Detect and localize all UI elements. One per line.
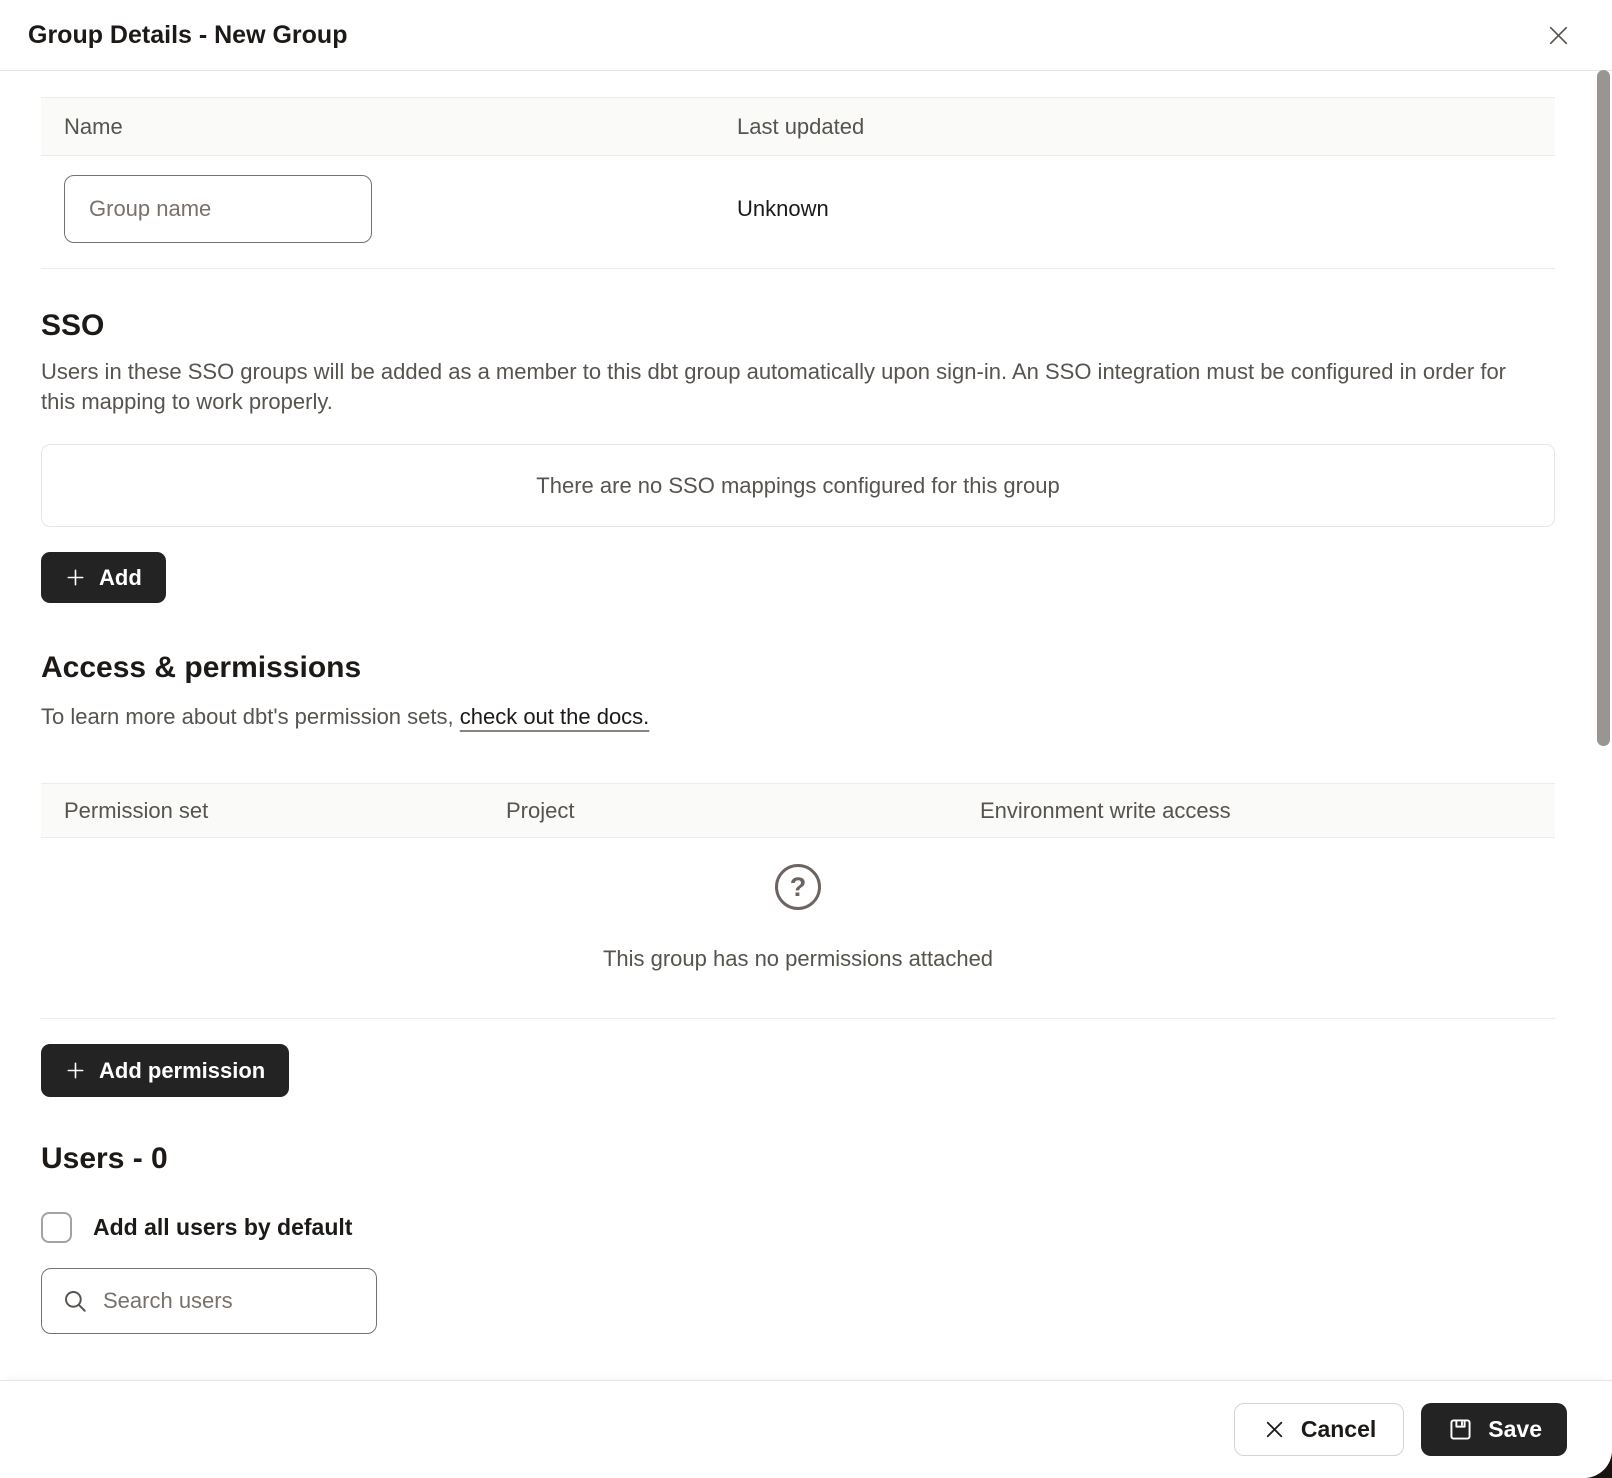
search-users-input[interactable] bbox=[103, 1288, 391, 1314]
column-header-project: Project bbox=[506, 798, 980, 824]
save-label: Save bbox=[1488, 1416, 1542, 1443]
name-table-header: Name Last updated bbox=[41, 97, 1555, 156]
permissions-heading: Access & permissions bbox=[41, 649, 1555, 687]
close-icon bbox=[1545, 22, 1572, 49]
name-table-row: Unknown bbox=[41, 156, 1555, 269]
modal-footer: Cancel Save bbox=[0, 1380, 1612, 1478]
add-all-users-checkbox[interactable] bbox=[41, 1212, 72, 1243]
last-updated-value: Unknown bbox=[737, 196, 829, 222]
add-permission-button[interactable]: Add permission bbox=[41, 1044, 289, 1097]
scrollbar-thumb[interactable] bbox=[1597, 70, 1610, 746]
search-icon bbox=[62, 1288, 88, 1314]
docs-link[interactable]: check out the docs. bbox=[460, 704, 650, 729]
add-permission-label: Add permission bbox=[99, 1058, 265, 1084]
sso-description: Users in these SSO groups will be added … bbox=[41, 357, 1541, 417]
column-header-last-updated: Last updated bbox=[737, 114, 864, 140]
save-button[interactable]: Save bbox=[1421, 1403, 1567, 1456]
add-sso-mapping-label: Add bbox=[99, 565, 142, 591]
modal-body: Name Last updated Unknown SSO Users in t… bbox=[0, 71, 1612, 1380]
cancel-button[interactable]: Cancel bbox=[1234, 1403, 1404, 1456]
users-heading: Users - 0 bbox=[41, 1140, 1555, 1178]
group-name-input[interactable] bbox=[64, 175, 372, 243]
add-all-users-row: Add all users by default bbox=[41, 1212, 1555, 1243]
close-button[interactable] bbox=[1538, 15, 1578, 55]
column-header-permission-set: Permission set bbox=[64, 798, 506, 824]
plus-icon bbox=[65, 1060, 86, 1081]
sso-heading: SSO bbox=[41, 307, 1555, 345]
modal-title: Group Details - New Group bbox=[28, 21, 347, 50]
column-header-name: Name bbox=[64, 114, 737, 140]
permissions-empty-message: This group has no permissions attached bbox=[41, 944, 1555, 974]
permissions-table-header: Permission set Project Environment write… bbox=[41, 783, 1555, 838]
add-sso-mapping-button[interactable]: Add bbox=[41, 552, 166, 603]
x-icon bbox=[1262, 1417, 1287, 1442]
modal-header: Group Details - New Group bbox=[0, 0, 1612, 71]
floppy-disk-icon bbox=[1446, 1415, 1475, 1444]
plus-icon bbox=[65, 567, 86, 588]
add-all-users-label: Add all users by default bbox=[93, 1214, 352, 1241]
column-header-environment-write-access: Environment write access bbox=[980, 798, 1231, 824]
question-circle-icon: ? bbox=[775, 864, 821, 910]
group-details-modal: Group Details - New Group Name Last upda… bbox=[0, 0, 1612, 1478]
permissions-description-text: To learn more about dbt's permission set… bbox=[41, 704, 460, 729]
cancel-label: Cancel bbox=[1301, 1416, 1376, 1443]
sso-empty-message: There are no SSO mappings configured for… bbox=[536, 473, 1059, 499]
permissions-empty-state: ? This group has no permissions attached bbox=[41, 864, 1555, 1019]
search-users-field bbox=[41, 1268, 377, 1334]
sso-empty-state: There are no SSO mappings configured for… bbox=[41, 444, 1555, 527]
permissions-description: To learn more about dbt's permission set… bbox=[41, 703, 1541, 731]
